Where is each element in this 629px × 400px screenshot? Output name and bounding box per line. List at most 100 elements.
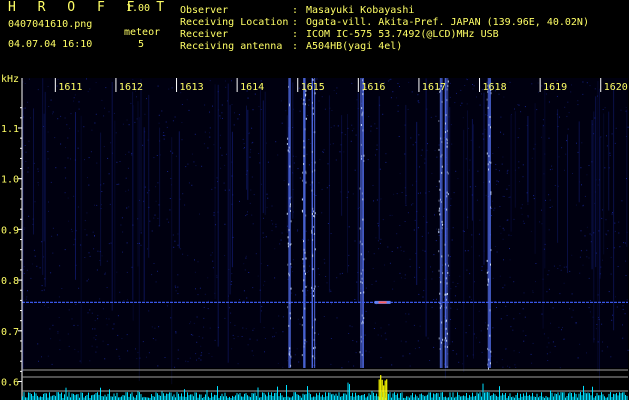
noise-speck	[177, 233, 179, 235]
noise-streak	[591, 120, 593, 270]
noise-speck	[252, 355, 254, 357]
noise-speck	[163, 138, 165, 140]
noise-speck	[542, 119, 544, 121]
noise-speck	[348, 361, 350, 363]
noise-speck	[281, 232, 283, 234]
noise-speck	[508, 185, 510, 187]
noise-speck	[452, 350, 454, 351]
noise-speck	[610, 273, 612, 275]
noise-speck	[472, 84, 473, 85]
noise-speck	[126, 334, 128, 336]
band-speck	[301, 209, 303, 212]
noise-speck	[417, 340, 419, 342]
noise-speck	[341, 272, 343, 274]
noise-speck	[455, 170, 457, 172]
noise-streak	[514, 111, 516, 208]
noise-speck	[624, 313, 626, 315]
noise-speck	[429, 360, 431, 361]
noise-speck	[317, 268, 319, 270]
band-speck	[304, 339, 306, 342]
noise-speck	[456, 92, 457, 94]
noise-speck	[117, 315, 119, 317]
noise-speck	[566, 115, 568, 117]
noise-speck	[472, 88, 474, 90]
noise-speck	[436, 156, 438, 158]
noise-speck	[435, 115, 437, 117]
noise-streak	[613, 87, 615, 331]
noise-speck	[515, 367, 517, 368]
x-tick-label: 1611	[58, 82, 82, 93]
noise-speck	[577, 100, 579, 102]
band-speck	[287, 242, 289, 245]
spectrum-bar	[37, 395, 38, 400]
spectrum-bar	[481, 396, 482, 400]
spectrum-bar	[71, 393, 73, 400]
noise-speck	[170, 150, 172, 152]
noise-speck	[450, 198, 452, 200]
noise-speck	[399, 272, 401, 274]
noise-speck	[336, 317, 338, 319]
spectrum-bar	[457, 392, 458, 400]
noise-speck	[144, 186, 146, 188]
noise-speck	[163, 132, 165, 134]
spectrum-bar	[400, 393, 401, 400]
y-tick-label: 0.8	[1, 276, 19, 287]
noise-speck	[173, 246, 175, 248]
noise-speck	[261, 306, 263, 308]
noise-speck	[182, 253, 184, 255]
noise-speck	[31, 263, 33, 265]
noise-speck	[153, 157, 155, 159]
noise-speck	[436, 228, 437, 230]
noise-speck	[78, 101, 80, 103]
noise-speck	[187, 361, 189, 363]
noise-speck	[421, 149, 423, 151]
noise-speck	[144, 113, 146, 115]
noise-speck	[492, 200, 493, 202]
y-tick-label: 1.0	[1, 175, 19, 186]
noise-speck	[323, 149, 325, 151]
spectrum-bar	[251, 393, 253, 400]
spectrum-bar	[341, 396, 343, 400]
noise-speck	[450, 307, 452, 309]
noise-speck	[333, 125, 335, 127]
noise-speck	[245, 255, 247, 257]
noise-speck	[23, 266, 25, 268]
spectrum-bar	[160, 395, 161, 400]
noise-speck	[195, 288, 196, 290]
band-speck	[446, 319, 447, 322]
spectrum-bar	[194, 392, 196, 400]
noise-speck	[430, 116, 432, 118]
noise-speck	[324, 262, 326, 264]
spectrum-bar	[574, 392, 575, 400]
spectrum-bar	[508, 396, 509, 400]
noise-streak	[544, 82, 546, 269]
spectrum-bar	[130, 393, 131, 400]
noise-speck	[415, 141, 417, 143]
band-speck	[438, 199, 440, 202]
spectrum-bar	[469, 395, 470, 400]
noise-speck	[509, 366, 511, 368]
spectrum-bar	[107, 393, 109, 400]
noise-speck	[37, 170, 39, 172]
noise-speck	[376, 199, 378, 201]
noise-speck	[492, 277, 494, 279]
noise-speck	[348, 333, 350, 334]
noise-speck	[105, 318, 107, 320]
noise-streak	[483, 92, 485, 265]
spectrum-bar	[187, 392, 188, 400]
band-speck	[302, 171, 304, 174]
noise-streak	[75, 112, 76, 280]
band-speck	[290, 317, 291, 320]
noise-speck	[435, 240, 437, 242]
noise-speck	[601, 323, 603, 325]
noise-speck	[128, 151, 130, 153]
spectrum-bar	[461, 396, 463, 400]
spectrum-bar	[238, 394, 239, 400]
band-speck	[490, 193, 492, 196]
noise-speck	[354, 299, 356, 300]
noise-speck	[454, 102, 456, 104]
noise-speck	[619, 246, 621, 248]
band-speck	[446, 298, 447, 301]
noise-speck	[164, 357, 166, 358]
band-speck	[313, 294, 315, 297]
